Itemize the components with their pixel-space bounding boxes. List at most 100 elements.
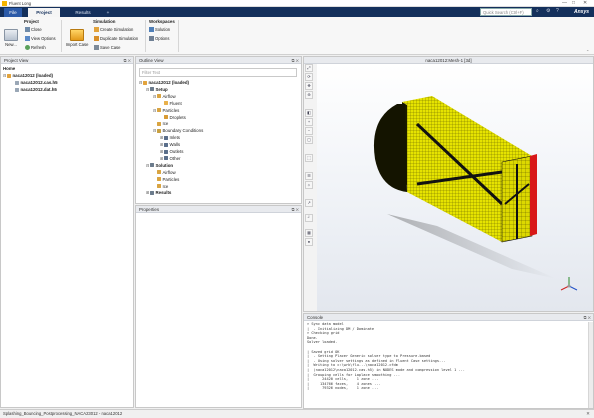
- outline-item[interactable]: ⊞ Other: [160, 156, 180, 161]
- view-options-button[interactable]: View Options: [25, 36, 56, 41]
- options-icon: [149, 36, 154, 41]
- zoom-to-fit-icon[interactable]: ⤢: [305, 64, 313, 72]
- rotate-icon[interactable]: ⟳: [305, 73, 313, 81]
- lighting-icon[interactable]: ☼: [305, 181, 313, 189]
- other-icon: [164, 156, 168, 161]
- close-status-icon[interactable]: ✕: [586, 410, 590, 418]
- refresh-button[interactable]: Refresh: [25, 45, 46, 50]
- console-line: | 79326 nodes, 1 zone ...: [307, 386, 379, 391]
- outline-view-panel: Outline View ⧉ ✕ Filter Text ⊟ naca12012 …: [135, 56, 302, 204]
- pan-icon[interactable]: ✥: [305, 82, 313, 90]
- views-icon[interactable]: ⬚: [305, 154, 313, 162]
- project-root[interactable]: ⊟ naca12012 (loaded): [3, 73, 53, 78]
- inlets-icon: [164, 135, 168, 140]
- outline-item[interactable]: ⊟ Setup: [146, 87, 168, 92]
- graphics-viewport[interactable]: [317, 64, 593, 311]
- outline-item-label: Fluent: [169, 100, 182, 106]
- mesh-display-icon[interactable]: ▦: [305, 229, 313, 237]
- outline-item[interactable]: ⊟ Particles: [153, 108, 179, 113]
- outline-item[interactable]: Fluent: [160, 101, 182, 106]
- collapse-ribbon-icon[interactable]: ⌃: [586, 49, 589, 54]
- new-button[interactable]: New...: [3, 29, 19, 47]
- ansys-logo: Ansys: [574, 9, 590, 15]
- file-item[interactable]: naca12012.dat.h5: [15, 87, 57, 92]
- panel-controls-icon[interactable]: ⧉ ✕: [292, 57, 299, 64]
- status-text: Splashing_Bouncing_Postprocessing_NACA23…: [3, 411, 123, 416]
- close-label: Close: [31, 27, 42, 32]
- project-group-title: Project: [24, 19, 39, 24]
- panel-controls-icon[interactable]: ⧉ ✕: [292, 206, 299, 213]
- quick-search-input[interactable]: Quick Search (Ctrl+F): [480, 8, 532, 16]
- outline-item[interactable]: Airflow: [153, 170, 176, 175]
- console-scrollbar[interactable]: [588, 322, 593, 408]
- add-tab-button[interactable]: +: [104, 8, 112, 17]
- outline-item[interactable]: ⊟ Boundary Conditions: [153, 128, 203, 133]
- record-icon[interactable]: ●: [305, 238, 313, 246]
- graphics-title: naca12012:Mesh-1 [3d]: [304, 57, 593, 64]
- outline-item[interactable]: ⊟ naca12012 (loaded): [139, 80, 189, 85]
- outline-item[interactable]: ⊟ Solution: [146, 163, 173, 168]
- settings-icon[interactable]: ⚙: [546, 8, 550, 14]
- search-icon[interactable]: ⌕: [536, 8, 539, 14]
- save-case-button[interactable]: Save Case: [94, 45, 120, 50]
- tab-project[interactable]: Project: [28, 8, 60, 17]
- results-icon: [150, 190, 154, 195]
- save-icon: [94, 45, 99, 50]
- outline-item[interactable]: ⊟ Airflow: [153, 94, 176, 99]
- select-icon[interactable]: ◧: [305, 109, 313, 117]
- zoom-icon[interactable]: ⊕: [305, 91, 313, 99]
- options-button[interactable]: Options: [149, 36, 169, 41]
- axes-icon[interactable]: ┘: [305, 214, 313, 222]
- outline-item[interactable]: ⊞ Outlets: [160, 149, 183, 154]
- outline-item[interactable]: ⊞ Walls: [160, 142, 180, 147]
- minimize-icon[interactable]: —: [562, 0, 567, 6]
- outline-item[interactable]: Droplets: [160, 115, 186, 120]
- solution-button[interactable]: Solution: [149, 27, 170, 32]
- zoom-out-icon[interactable]: −: [305, 127, 313, 135]
- ribbon: Project New... Close View Options Refres…: [0, 17, 594, 55]
- save-case-label: Save Case: [100, 45, 121, 50]
- create-simulation-icon: [94, 27, 99, 32]
- airflow-icon: [157, 170, 161, 175]
- case-icon: [7, 73, 11, 78]
- file-item[interactable]: naca12012.cas.h5: [15, 80, 58, 85]
- tab-file[interactable]: File: [4, 8, 22, 17]
- file-label: naca12012.dat.h5: [20, 87, 57, 92]
- import-case-button[interactable]: Import Case: [64, 29, 90, 47]
- outline-item-label: Inlets: [169, 135, 181, 141]
- outline-item-label: Airflow: [162, 93, 176, 99]
- close-button[interactable]: Close: [25, 27, 42, 32]
- outline-item-label: Boundary Conditions: [162, 128, 204, 134]
- boundary-icon: [157, 128, 161, 133]
- ribbon-separator: [145, 20, 146, 52]
- help-icon[interactable]: ?: [556, 8, 559, 14]
- airflow-icon: [157, 94, 161, 99]
- outline-view-header: Outline View ⧉ ✕: [136, 57, 301, 64]
- outline-item[interactable]: Ice: [153, 184, 168, 189]
- duplicate-simulation-button[interactable]: Duplicate Simulation: [94, 36, 138, 41]
- coordinate-system-icon[interactable]: ↗: [305, 199, 313, 207]
- outline-item[interactable]: ⊞ Inlets: [160, 135, 180, 140]
- zoom-in-icon[interactable]: +: [305, 118, 313, 126]
- project-root-label: naca12012 (loaded): [12, 73, 54, 78]
- tab-results[interactable]: Results: [66, 8, 100, 17]
- close-window-icon[interactable]: ✕: [583, 0, 587, 6]
- create-simulation-button[interactable]: Create Simulation: [94, 27, 133, 32]
- outline-item[interactable]: ⊞ Results: [146, 190, 171, 195]
- console-output[interactable]: > Sync data model | - Initializing DM / D…: [304, 321, 593, 392]
- zoom-box-icon[interactable]: ▢: [305, 136, 313, 144]
- outline-filter-input[interactable]: Filter Text: [139, 68, 297, 77]
- panel-controls-icon[interactable]: ⧉ ✕: [584, 314, 591, 321]
- outline-item-label: Solution: [155, 162, 174, 168]
- airfoil-leading-edge: [373, 104, 407, 192]
- outline-item[interactable]: Particles: [153, 177, 179, 182]
- breadcrumb-home[interactable]: Home: [3, 66, 15, 71]
- case-icon: [143, 80, 147, 85]
- outline-item[interactable]: Ice: [153, 121, 168, 126]
- panel-controls-icon[interactable]: ⧉ ✕: [124, 57, 131, 64]
- maximize-icon[interactable]: □: [572, 0, 575, 6]
- file-label: naca12012.cas.h5: [20, 80, 58, 85]
- solution-icon: [150, 163, 154, 168]
- properties-header: Properties ⧉ ✕: [136, 206, 301, 213]
- display-options-icon[interactable]: ☰: [305, 172, 313, 180]
